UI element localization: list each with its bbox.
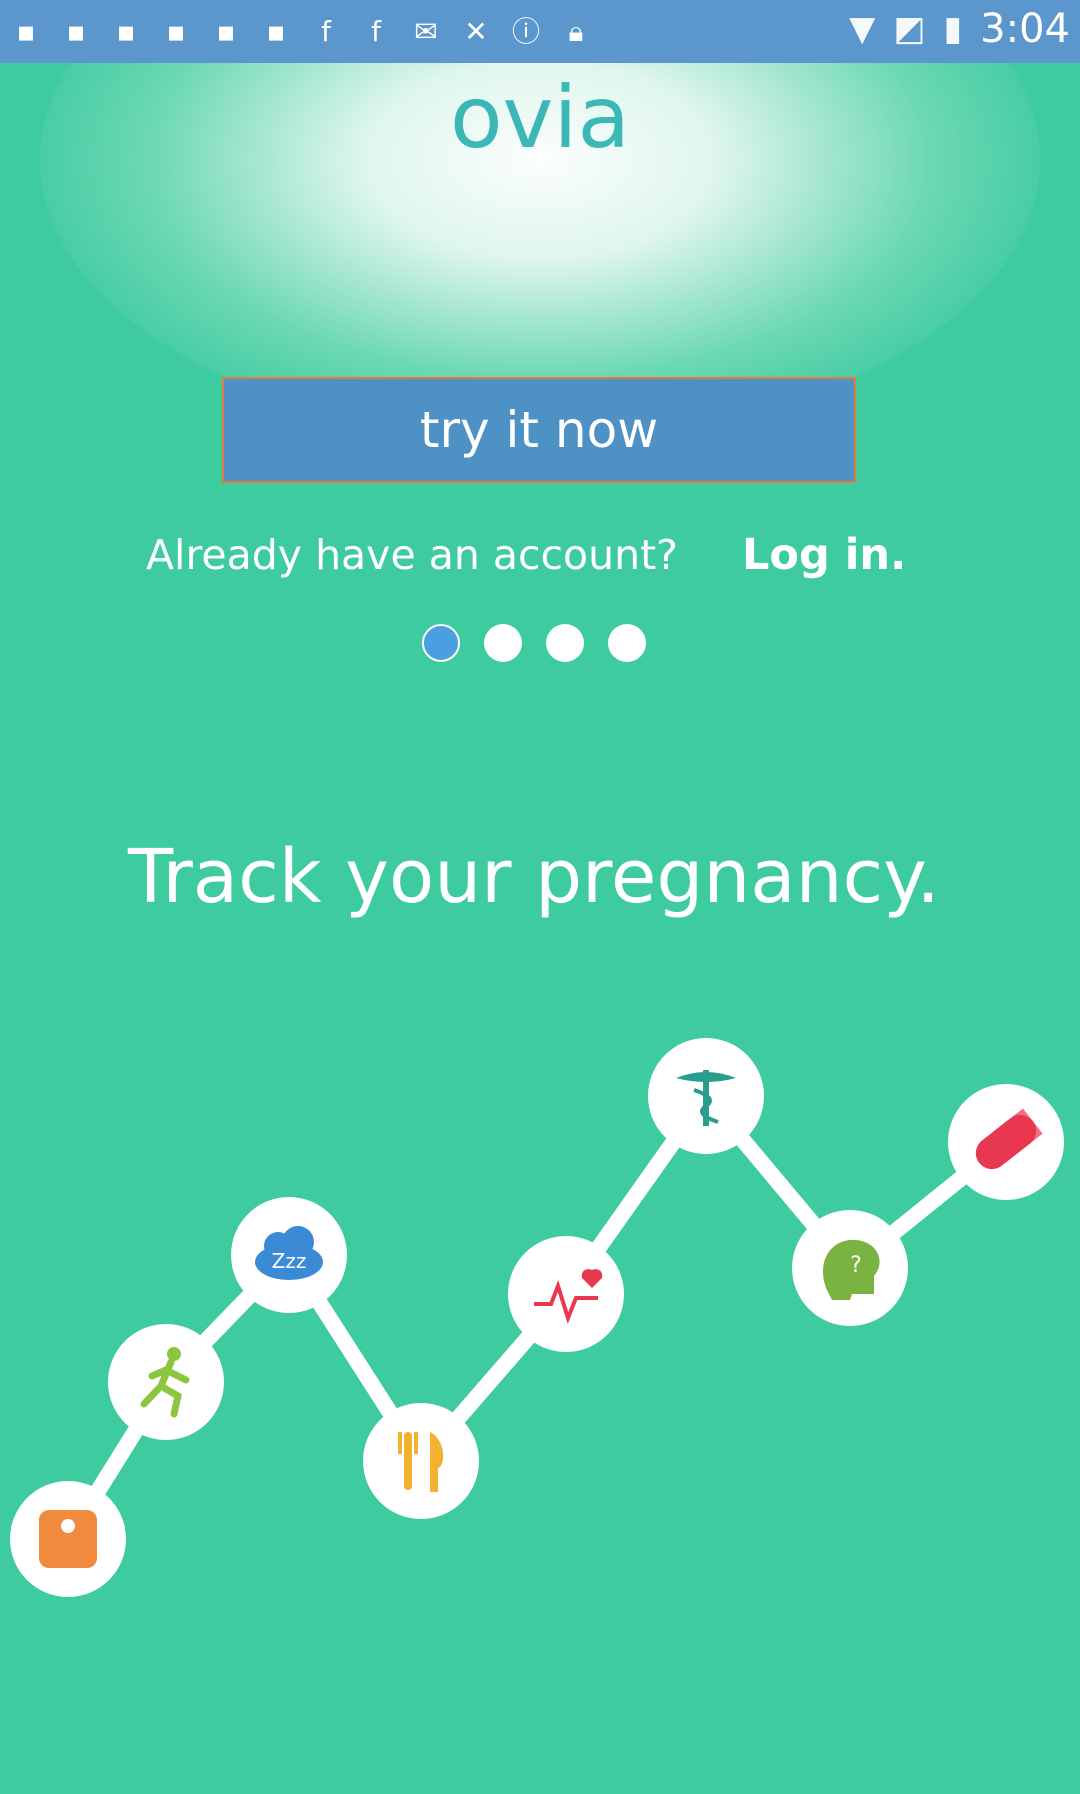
background-glow xyxy=(40,0,1040,440)
log-in-link[interactable]: Log in. xyxy=(742,527,906,583)
feature-illustration: Zzz ? xyxy=(10,1038,1064,1597)
notification-icon: ▪ xyxy=(216,15,236,48)
alert-icon: ⓘ xyxy=(511,15,540,48)
status-time: 3:04 xyxy=(980,6,1070,52)
status-bar-right: ▼ ◩ ▮ 3:04 xyxy=(849,6,1070,52)
page-dot-active[interactable] xyxy=(422,624,460,662)
page-dot[interactable] xyxy=(608,624,646,662)
svg-text:?: ? xyxy=(850,1253,862,1278)
notification-icon: ▪ xyxy=(266,15,286,48)
already-have-account-text: Already have an account? xyxy=(146,531,678,579)
mail-icon: ✉ xyxy=(414,15,438,48)
lock-icon: 🔒︎ xyxy=(568,15,584,48)
notification-icon: ▪ xyxy=(116,15,136,48)
satellite-icon: ✕ xyxy=(464,15,488,48)
heartbeat-icon xyxy=(508,1236,624,1352)
pill-icon xyxy=(948,1084,1064,1200)
facebook-icon: f xyxy=(321,15,331,48)
facebook-icon: f xyxy=(371,15,381,48)
try-it-now-button[interactable]: try it now xyxy=(222,377,856,483)
notification-icon: ▪ xyxy=(66,15,86,48)
notification-icon: ▪ xyxy=(166,15,186,48)
battery-charging-icon: ▮ xyxy=(943,9,963,49)
sleep-cloud-icon: Zzz xyxy=(231,1197,347,1313)
wifi-icon: ▼ xyxy=(849,9,876,49)
status-bar: ▪ ▪ ▪ ▪ ▪ ▪ f f ✉ ✕ ⓘ 🔒︎ ▼ ◩ ▮ 3:04 xyxy=(0,0,1080,63)
page-dot[interactable] xyxy=(546,624,584,662)
svg-text:Zzz: Zzz xyxy=(272,1249,307,1273)
fork-knife-icon xyxy=(363,1403,479,1519)
status-bar-left-icons: ▪ ▪ ▪ ▪ ▪ ▪ f f ✉ ✕ ⓘ 🔒︎ xyxy=(8,14,594,50)
headline-text: Track your pregnancy. xyxy=(128,834,940,920)
runner-icon xyxy=(108,1324,224,1440)
page-indicator[interactable] xyxy=(422,622,654,664)
page-dot[interactable] xyxy=(484,624,522,662)
caduceus-icon xyxy=(648,1038,764,1154)
scale-icon xyxy=(10,1481,126,1597)
no-sim-icon: ◩ xyxy=(893,9,926,49)
notification-icon: ▪ xyxy=(16,15,36,48)
mind-question-icon: ? xyxy=(792,1210,908,1326)
ovia-logo: ovia xyxy=(449,68,631,168)
